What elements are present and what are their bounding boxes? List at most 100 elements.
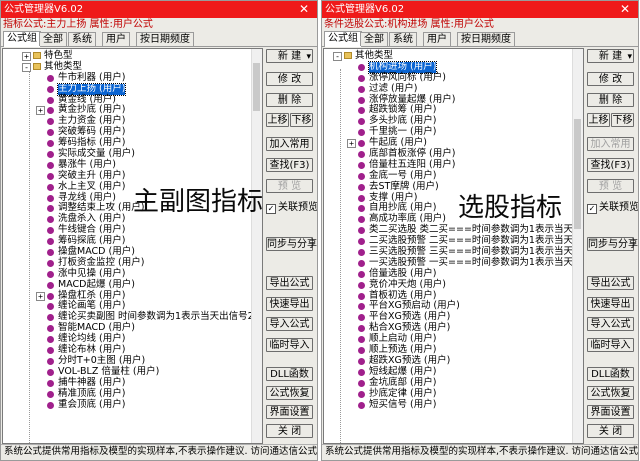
tree-item[interactable]: 超跌锁筹 (用户): [324, 105, 571, 116]
tab-user[interactable]: 用户: [102, 32, 130, 46]
tree-folder[interactable]: - 其他类型: [3, 61, 250, 73]
quick-export-button[interactable]: 快速导出: [587, 297, 634, 311]
tree-item[interactable]: 顺上启动 (用户): [324, 333, 571, 345]
right-formula-tree[interactable]: - 其他类型 机构进场 (用户) 涨停风向标 (用户) 过滤 (用户) 涨停放量起爆 (用…: [323, 48, 584, 444]
tree-item[interactable]: 牛线键合 (用户): [3, 224, 250, 236]
delete-button[interactable]: 删 除: [587, 93, 634, 107]
dll-function-button[interactable]: DLL函数: [266, 367, 313, 381]
tab-by-date-frequency[interactable]: 按日期频度: [457, 32, 515, 46]
tab-by-date-frequency[interactable]: 按日期频度: [136, 32, 194, 46]
sync-share-button[interactable]: 同步与分享: [587, 237, 638, 251]
import-formula-button[interactable]: 导入公式: [266, 317, 313, 331]
tab-formula-group[interactable]: 公式组: [324, 31, 362, 47]
tree-item[interactable]: 机构进场 (用户): [324, 60, 571, 74]
tree-item[interactable]: 缠论均线 (用户): [3, 333, 250, 345]
export-formula-button[interactable]: 导出公式: [587, 276, 634, 290]
left-formula-tree[interactable]: + 特色型 - 其他类型 牛市利器 (用户) 主力上扬 (用户) 黄金线 (用户) + 黄金抄底…: [2, 48, 263, 444]
left-checkbox-box[interactable]: ✓: [266, 204, 276, 214]
tab-all[interactable]: 全部: [360, 32, 388, 46]
export-formula-button[interactable]: 导出公式: [266, 276, 313, 290]
tree-item[interactable]: 短买信号 (用户): [324, 399, 571, 411]
tree-item[interactable]: 捕牛神器 (用户): [3, 377, 250, 389]
tree-item[interactable]: 暴涨牛 (用户): [3, 159, 250, 171]
tree-item[interactable]: 涨停放量起爆 (用户): [324, 94, 571, 106]
right-tree-scrollbar[interactable]: [572, 49, 583, 443]
tree-item[interactable]: VOL-BLZ 倍量柱 (用户): [3, 366, 250, 378]
close-icon[interactable]: ✕: [291, 1, 317, 18]
add-to-favorites-button[interactable]: 加入常用: [587, 137, 634, 151]
tree-item[interactable]: 千里挑一 (用户): [324, 126, 571, 138]
new-button[interactable]: 新 建 ▾: [587, 49, 634, 63]
close-button[interactable]: 关 闭: [266, 424, 313, 438]
tree-item[interactable]: 精准顶底 (用户): [3, 388, 250, 400]
tree-item[interactable]: 倍量选股 (用户): [324, 268, 571, 280]
tree-item[interactable]: + 黄金抄底 (用户): [3, 105, 250, 116]
import-formula-button[interactable]: 导入公式: [587, 317, 634, 331]
sync-share-button[interactable]: 同步与分享: [266, 237, 317, 251]
tree-item[interactable]: 短线起爆 (用户): [324, 366, 571, 378]
tree-item[interactable]: 金底一号 (用户): [324, 170, 571, 182]
add-to-favorites-button[interactable]: 加入常用: [266, 137, 313, 151]
move-up-button[interactable]: 上移: [587, 113, 610, 127]
expand-icon[interactable]: +: [347, 139, 356, 149]
left-status-bar[interactable]: 系统公式提供常用指标及模型的实现样本,不表示操作建议. 访问通达信公式讨论区: [1, 444, 317, 458]
delete-button[interactable]: 删 除: [266, 93, 313, 107]
tree-folder[interactable]: - 其他类型: [324, 50, 571, 62]
restore-formula-button[interactable]: 公式恢复: [587, 386, 634, 400]
temp-import-button[interactable]: 临时导入: [587, 338, 634, 352]
tree-item[interactable]: 竞价冲天炮 (用户): [324, 279, 571, 291]
tree-item[interactable]: 重会顶底 (用户): [3, 399, 250, 411]
tab-all[interactable]: 全部: [39, 32, 67, 46]
tree-item[interactable]: 粘合XG预选 (用户): [324, 322, 571, 334]
expand-icon[interactable]: +: [36, 106, 45, 116]
left-scrollbar-thumb[interactable]: [253, 63, 260, 111]
new-button[interactable]: 新 建 ▾: [266, 49, 313, 63]
edit-button[interactable]: 修 改: [587, 72, 634, 86]
tree-item[interactable]: 突破筹码 (用户): [3, 126, 250, 138]
left-tree-scrollbar[interactable]: [251, 49, 262, 443]
tree-item[interactable]: 黄金线 (用户): [3, 94, 250, 106]
tree-item[interactable]: 智能MACD (用户): [3, 322, 250, 334]
tree-item[interactable]: 打板资金监控 (用户): [3, 257, 250, 269]
edit-button[interactable]: 修 改: [266, 72, 313, 86]
tree-item[interactable]: 超跌XG预选 (用户): [324, 355, 571, 367]
left-link-preview-checkbox[interactable]: ✓ 关联预览: [266, 198, 317, 214]
find-button[interactable]: 查找(F3): [587, 158, 634, 172]
tree-item[interactable]: 主力上扬 (用户): [3, 82, 250, 96]
interface-settings-button[interactable]: 界面设置: [266, 405, 313, 419]
collapse-icon[interactable]: -: [333, 52, 342, 61]
tree-item[interactable]: 抄底定律 (用户): [324, 388, 571, 400]
move-up-button[interactable]: 上移: [266, 113, 289, 127]
tree-item[interactable]: 多头抄底 (用户): [324, 115, 571, 127]
tree-item[interactable]: + 操盘杠杀 (用户): [3, 290, 250, 302]
tree-item[interactable]: 一买选股预警 一买===时间参数调为1表示当天出: [324, 257, 582, 269]
tree-folder[interactable]: + 特色型: [3, 50, 250, 62]
tab-user[interactable]: 用户: [423, 32, 451, 46]
right-status-bar[interactable]: 系统公式提供常用指标及模型的实现样本,不表示操作建议. 访问通达信公式讨论区: [322, 444, 638, 458]
dropdown-arrow-icon[interactable]: ▾: [306, 50, 311, 64]
right-checkbox-box[interactable]: ✓: [587, 204, 597, 214]
tree-item[interactable]: 倍量柱五连阳 (用户): [324, 159, 571, 171]
move-down-button[interactable]: 下移: [290, 113, 313, 127]
close-icon[interactable]: ✕: [612, 1, 638, 18]
restore-formula-button[interactable]: 公式恢复: [266, 386, 313, 400]
right-scrollbar-thumb[interactable]: [574, 119, 581, 229]
expand-icon[interactable]: +: [22, 52, 31, 61]
tab-system[interactable]: 系统: [389, 32, 417, 46]
expand-icon[interactable]: +: [36, 291, 45, 301]
dropdown-arrow-icon[interactable]: ▾: [627, 50, 632, 64]
dll-function-button[interactable]: DLL函数: [587, 367, 634, 381]
tab-system[interactable]: 系统: [68, 32, 96, 46]
tab-formula-group[interactable]: 公式组: [3, 31, 41, 47]
tree-item[interactable]: 金坑底部 (用户): [324, 377, 571, 389]
close-button[interactable]: 关 闭: [587, 424, 634, 438]
temp-import-button[interactable]: 临时导入: [266, 338, 313, 352]
collapse-icon[interactable]: -: [22, 62, 31, 72]
tree-item[interactable]: 主力资金 (用户): [3, 115, 250, 127]
tree-item[interactable]: MACD起爆 (用户): [3, 279, 250, 291]
find-button[interactable]: 查找(F3): [266, 158, 313, 172]
tree-item[interactable]: 牛市利器 (用户): [3, 72, 250, 84]
preview-button[interactable]: 预 览: [587, 179, 634, 193]
tree-item[interactable]: 涨停风向标 (用户): [324, 72, 571, 84]
preview-button[interactable]: 预 览: [266, 179, 313, 193]
